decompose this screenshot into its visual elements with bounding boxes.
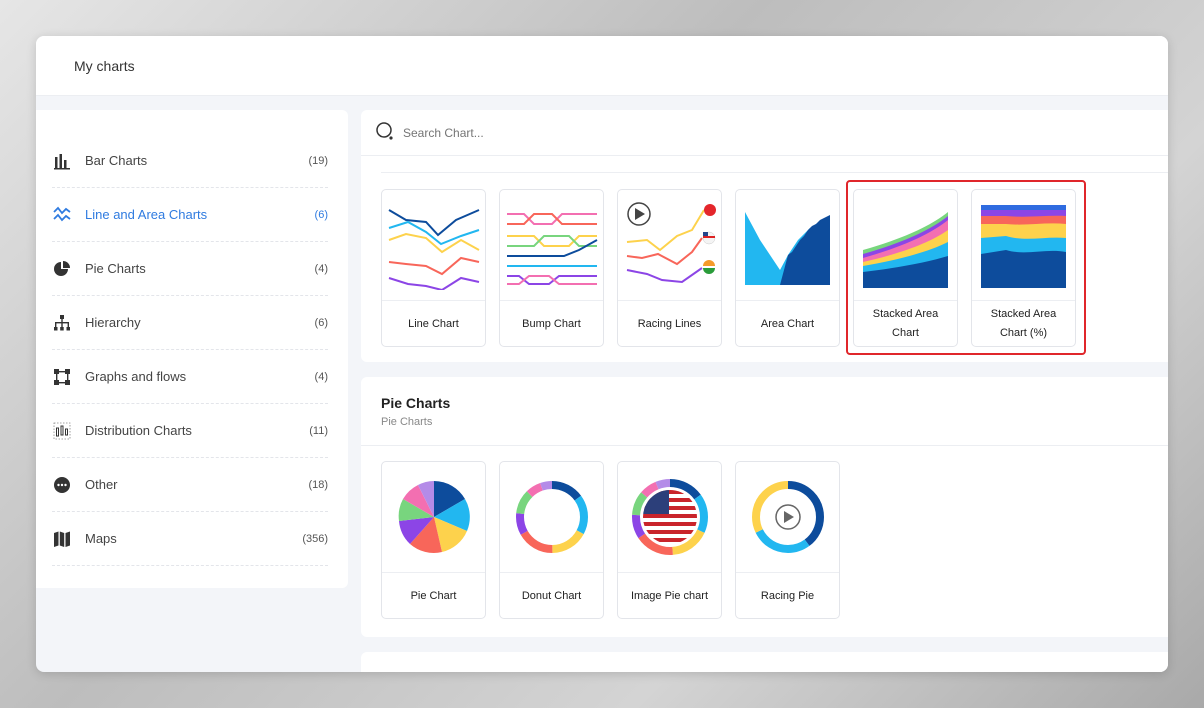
sidebar-item-count: (4) (314, 370, 328, 383)
chart-card-area-chart[interactable]: Area Chart (735, 189, 840, 347)
divider (361, 445, 1168, 446)
sidebar-item-bar-charts[interactable]: Bar Charts (19) (52, 134, 328, 188)
image-pie-thumbnail (618, 462, 721, 573)
sidebar-item-label: Graphs and flows (85, 369, 187, 384)
main-content: Line Chart (361, 110, 1168, 672)
chart-card-image-pie-chart[interactable]: Image Pie chart (617, 461, 722, 619)
chart-card-label: Bump Chart (522, 317, 581, 330)
chart-card-stacked-area-chart[interactable]: Stacked Area Chart (853, 189, 958, 347)
chart-card-label: Pie Chart (410, 589, 457, 602)
sidebar-item-label: Other (85, 477, 118, 492)
chart-card-label: Stacked Area Chart (%) (990, 308, 1057, 339)
search-input[interactable] (403, 125, 703, 140)
chart-card-pie-chart[interactable]: Pie Chart (381, 461, 486, 619)
bump-chart-thumbnail (500, 190, 603, 301)
stacked-area-chart-thumbnail (854, 190, 957, 301)
chart-card-bump-chart[interactable]: Bump Chart (499, 189, 604, 347)
sidebar-item-maps[interactable]: Maps (356) (52, 512, 328, 566)
chart-card-donut-chart[interactable]: Donut Chart (499, 461, 604, 619)
sidebar-item-graphs-and-flows[interactable]: Graphs and flows (4) (52, 350, 328, 404)
map-icon (52, 529, 72, 549)
sidebar-item-hierarchy[interactable]: Hierarchy (6) (52, 296, 328, 350)
other-icon (52, 475, 72, 495)
search-bar (361, 110, 1168, 156)
divider (381, 172, 1168, 173)
chart-card-label: Racing Lines (637, 317, 702, 330)
chart-card-label: Image Pie chart (630, 589, 709, 602)
chart-card-label: Donut Chart (521, 589, 582, 602)
sidebar-item-line-and-area-charts[interactable]: Line and Area Charts (6) (52, 188, 328, 242)
sidebar-item-count: (356) (302, 532, 328, 545)
chart-card-line-chart[interactable]: Line Chart (381, 189, 486, 347)
app-window: My charts Bar Charts (19) Line and Area … (36, 36, 1168, 672)
sidebar-item-count: (18) (308, 478, 328, 491)
sidebar-item-label: Distribution Charts (85, 423, 192, 438)
us-flag-icon (642, 490, 697, 544)
sidebar-item-label: Maps (85, 531, 117, 546)
page-title: My charts (74, 57, 135, 74)
chart-card-label: Line Chart (408, 317, 459, 330)
sidebar-item-label: Hierarchy (85, 315, 141, 330)
line-chart-icon (52, 205, 72, 225)
area-chart-thumbnail (736, 190, 839, 301)
pie-charts-panel: Pie Charts Pie Charts Pie Chart Donut Ch… (361, 377, 1168, 637)
stacked-area-percent-thumbnail (972, 190, 1075, 301)
donut-chart-thumbnail (500, 462, 603, 573)
top-bar: My charts (36, 36, 1168, 96)
racing-pie-thumbnail (736, 462, 839, 573)
next-section-panel (361, 652, 1168, 672)
sidebar-item-distribution-charts[interactable]: Distribution Charts (11) (52, 404, 328, 458)
sidebar-item-pie-charts[interactable]: Pie Charts (4) (52, 242, 328, 296)
line-chart-cards: Line Chart Bump Chart Racing Lines Area … (361, 189, 1168, 347)
sidebar-item-count: (11) (309, 424, 328, 437)
chart-card-racing-lines[interactable]: Racing Lines (617, 189, 722, 347)
line-chart-thumbnail (382, 190, 485, 301)
sidebar-item-label: Pie Charts (85, 261, 146, 276)
sidebar-item-count: (19) (308, 154, 328, 167)
graph-icon (52, 367, 72, 387)
pie-chart-thumbnail (382, 462, 485, 573)
chart-card-racing-pie[interactable]: Racing Pie (735, 461, 840, 619)
sidebar-item-label: Line and Area Charts (85, 207, 208, 222)
pie-chart-icon (52, 259, 72, 279)
search-icon (375, 121, 395, 144)
chart-card-label: Area Chart (760, 317, 815, 330)
line-area-panel: Line Chart (361, 110, 1168, 362)
section-subtitle: Pie Charts (381, 416, 433, 428)
hierarchy-icon (52, 313, 72, 333)
sidebar-item-count: (6) (314, 316, 328, 329)
bar-chart-icon (52, 151, 72, 171)
chart-card-stacked-area-chart-percent[interactable]: Stacked Area Chart (%) (971, 189, 1076, 347)
distribution-icon (52, 421, 72, 441)
category-sidebar: Bar Charts (19) Line and Area Charts (6)… (36, 110, 348, 588)
pie-chart-cards: Pie Chart Donut Chart Image Pie chart Ra… (361, 461, 1168, 619)
chart-card-label: Racing Pie (760, 589, 815, 602)
section-title: Pie Charts (381, 395, 451, 411)
chart-card-label: Stacked Area Chart (872, 308, 939, 339)
racing-lines-thumbnail (618, 190, 721, 301)
sidebar-item-label: Bar Charts (85, 153, 148, 168)
sidebar-item-other[interactable]: Other (18) (52, 458, 328, 512)
sidebar-item-count: (4) (314, 262, 328, 275)
sidebar-item-count: (6) (314, 208, 328, 221)
